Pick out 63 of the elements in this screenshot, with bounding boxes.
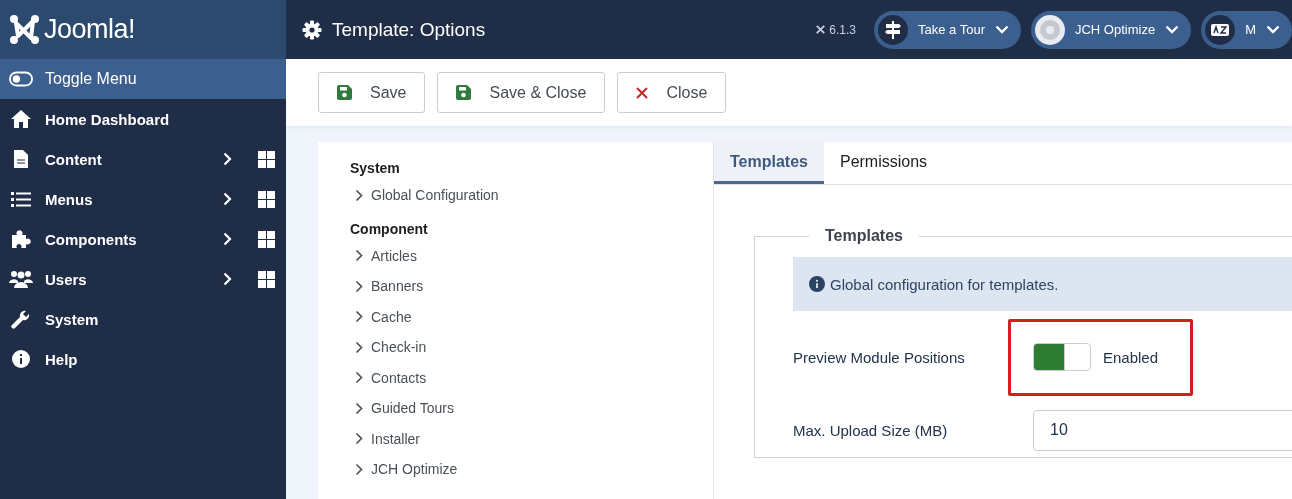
brand-name[interactable]: Joomla! xyxy=(44,14,136,45)
sidebar-item[interactable]: System xyxy=(0,299,286,339)
field-label: Max. Upload Size (MB) xyxy=(793,421,949,439)
save-button[interactable]: Save xyxy=(318,72,426,113)
nav-link[interactable]: JCH Optimize xyxy=(350,454,681,485)
chevron-right-icon xyxy=(355,432,363,446)
sidebar-item[interactable]: Content xyxy=(0,139,286,179)
nav-link[interactable]: Installer xyxy=(350,423,681,454)
toggle-icon xyxy=(9,71,33,87)
page-title: Template: Options xyxy=(332,18,487,41)
sidebar-item[interactable]: Components xyxy=(0,219,286,259)
dashboard-grid-icon xyxy=(258,150,275,168)
chevron-right-icon xyxy=(355,401,363,415)
nav-link[interactable]: Articles xyxy=(350,240,681,271)
chevron-right-icon xyxy=(355,371,363,385)
save-button[interactable]: Save & Close xyxy=(437,72,606,113)
chevron-right-icon xyxy=(355,249,363,263)
nav-section-heading: System xyxy=(350,160,401,176)
chevron-right-icon xyxy=(223,152,232,166)
nav-link[interactable]: Check-in xyxy=(350,332,681,363)
users-icon xyxy=(9,270,33,288)
dashboard-grid-icon xyxy=(258,190,275,208)
close-icon xyxy=(636,86,649,99)
nav-section-heading: Component xyxy=(350,220,429,237)
chevron-right-icon xyxy=(223,272,232,286)
settings-icon xyxy=(302,19,322,40)
close-button[interactable]: Close xyxy=(617,72,727,113)
dashboard-grid-icon xyxy=(258,230,275,248)
nav-link[interactable]: Banners xyxy=(350,271,681,302)
chevron-right-icon xyxy=(355,188,363,202)
info-text: Global configuration for templates. xyxy=(830,275,1059,293)
nav-link[interactable]: Global Configuration xyxy=(350,180,681,211)
tab[interactable]: Templates xyxy=(714,142,824,184)
field-label: Preview Module Positions xyxy=(793,348,966,366)
nav-link[interactable]: Guided Tours xyxy=(350,393,681,424)
save-icon xyxy=(456,85,472,100)
fieldset-legend: Templates xyxy=(809,227,919,245)
home-icon xyxy=(10,109,32,129)
chevron-right-icon xyxy=(223,232,232,246)
toggle-switch[interactable] xyxy=(1033,343,1091,371)
chevron-right-icon xyxy=(355,310,363,324)
version-label: 6.1.3 xyxy=(815,22,856,37)
sidebar-item[interactable]: Home Dashboard xyxy=(0,99,286,139)
dashboard-grid-icon xyxy=(258,270,275,288)
chevron-right-icon xyxy=(355,279,363,293)
switch-state-label: Enabled xyxy=(1103,348,1159,366)
info-icon xyxy=(809,276,825,292)
nav-link[interactable]: Contacts xyxy=(350,362,681,393)
puzzle-icon xyxy=(11,229,31,249)
document-icon xyxy=(13,149,29,169)
sidebar-item[interactable]: Help xyxy=(0,339,286,379)
toggle-menu-button[interactable]: Toggle Menu xyxy=(0,59,286,99)
list-icon xyxy=(11,191,31,207)
chevron-right-icon xyxy=(355,462,363,476)
sidebar-item[interactable]: Menus xyxy=(0,179,286,219)
chevron-right-icon xyxy=(223,192,232,206)
info-icon xyxy=(11,349,31,369)
save-icon xyxy=(337,85,352,100)
sidebar-item[interactable]: Users xyxy=(0,259,286,299)
wrench-icon xyxy=(11,309,31,329)
input-field[interactable]: 10 xyxy=(1033,409,1292,451)
nav-link[interactable]: Cache xyxy=(350,301,681,332)
chevron-right-icon xyxy=(355,340,363,354)
